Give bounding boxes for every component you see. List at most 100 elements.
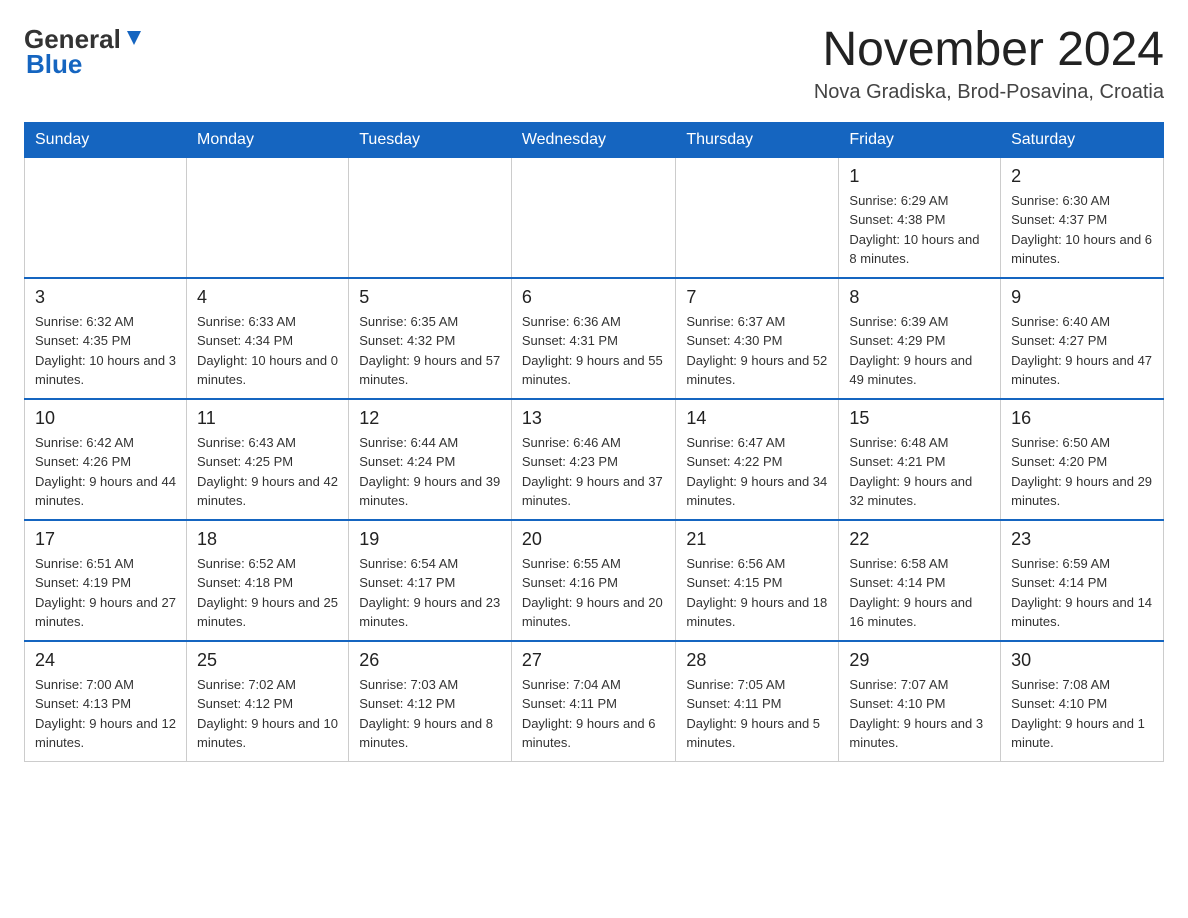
header-thursday: Thursday [676,122,839,157]
calendar-week-row: 1Sunrise: 6:29 AM Sunset: 4:38 PM Daylig… [25,157,1164,278]
day-number: 11 [197,408,338,429]
day-number: 6 [522,287,666,308]
table-row: 28 Sunrise: 7:05 AM Sunset: 4:11 PM Dayli… [676,641,839,762]
calendar-week-row: 17 Sunrise: 6:51 AM Sunset: 4:19 PM Dayli… [25,520,1164,641]
day-info: Sunrise: 6:37 AM Sunset: 4:30 PM Dayligh… [686,312,828,390]
day-info: Sunrise: 7:00 AM Sunset: 4:13 PM Dayligh… [35,675,176,753]
table-row: 24 Sunrise: 7:00 AM Sunset: 4:13 PM Dayli… [25,641,187,762]
day-number: 18 [197,529,338,550]
calendar-week-row: 24 Sunrise: 7:00 AM Sunset: 4:13 PM Dayli… [25,641,1164,762]
table-row: 23 Sunrise: 6:59 AM Sunset: 4:14 PM Dayli… [1001,520,1164,641]
day-number: 13 [522,408,666,429]
table-row [187,157,349,278]
day-info: Sunrise: 6:44 AM Sunset: 4:24 PM Dayligh… [359,433,501,511]
day-number: 20 [522,529,666,550]
day-info: Sunrise: 6:52 AM Sunset: 4:18 PM Dayligh… [197,554,338,632]
day-number: 19 [359,529,501,550]
day-info: Sunrise: 7:05 AM Sunset: 4:11 PM Dayligh… [686,675,828,753]
table-row: 30Sunrise: 7:08 AM Sunset: 4:10 PM Dayli… [1001,641,1164,762]
table-row: 11 Sunrise: 6:43 AM Sunset: 4:25 PM Dayli… [187,399,349,520]
day-info: Sunrise: 6:43 AM Sunset: 4:25 PM Dayligh… [197,433,338,511]
day-number: 14 [686,408,828,429]
day-info: Sunrise: 7:07 AM Sunset: 4:10 PM Dayligh… [849,675,990,753]
month-title: November 2024 [814,24,1164,77]
day-number: 2 [1011,166,1153,187]
header-tuesday: Tuesday [349,122,512,157]
day-number: 30 [1011,650,1153,671]
day-number: 9 [1011,287,1153,308]
table-row [511,157,676,278]
day-info: Sunrise: 6:50 AM Sunset: 4:20 PM Dayligh… [1011,433,1153,511]
day-info: Sunrise: 6:55 AM Sunset: 4:16 PM Dayligh… [522,554,666,632]
table-row: 19 Sunrise: 6:54 AM Sunset: 4:17 PM Dayli… [349,520,512,641]
day-number: 3 [35,287,176,308]
table-row [349,157,512,278]
table-row: 5Sunrise: 6:35 AM Sunset: 4:32 PM Daylig… [349,278,512,399]
day-info: Sunrise: 7:03 AM Sunset: 4:12 PM Dayligh… [359,675,501,753]
calendar-table: Sunday Monday Tuesday Wednesday Thursday… [24,122,1164,762]
table-row [25,157,187,278]
day-number: 7 [686,287,828,308]
day-info: Sunrise: 6:54 AM Sunset: 4:17 PM Dayligh… [359,554,501,632]
day-number: 22 [849,529,990,550]
table-row: 18 Sunrise: 6:52 AM Sunset: 4:18 PM Dayli… [187,520,349,641]
table-row: 10Sunrise: 6:42 AM Sunset: 4:26 PM Dayli… [25,399,187,520]
table-row: 16 Sunrise: 6:50 AM Sunset: 4:20 PM Dayli… [1001,399,1164,520]
day-info: Sunrise: 6:48 AM Sunset: 4:21 PM Dayligh… [849,433,990,511]
table-row: 20 Sunrise: 6:55 AM Sunset: 4:16 PM Dayli… [511,520,676,641]
table-row: 29 Sunrise: 7:07 AM Sunset: 4:10 PM Dayli… [839,641,1001,762]
day-info: Sunrise: 6:30 AM Sunset: 4:37 PM Dayligh… [1011,191,1153,269]
day-info: Sunrise: 6:58 AM Sunset: 4:14 PM Dayligh… [849,554,990,632]
location: Nova Gradiska, Brod-Posavina, Croatia [814,81,1164,104]
day-info: Sunrise: 7:04 AM Sunset: 4:11 PM Dayligh… [522,675,666,753]
table-row: 7 Sunrise: 6:37 AM Sunset: 4:30 PM Daylig… [676,278,839,399]
day-number: 4 [197,287,338,308]
day-info: Sunrise: 6:40 AM Sunset: 4:27 PM Dayligh… [1011,312,1153,390]
day-number: 15 [849,408,990,429]
day-info: Sunrise: 6:51 AM Sunset: 4:19 PM Dayligh… [35,554,176,632]
day-number: 12 [359,408,501,429]
table-row: 15 Sunrise: 6:48 AM Sunset: 4:21 PM Dayli… [839,399,1001,520]
day-number: 26 [359,650,501,671]
day-info: Sunrise: 6:47 AM Sunset: 4:22 PM Dayligh… [686,433,828,511]
header-wednesday: Wednesday [511,122,676,157]
day-info: Sunrise: 6:33 AM Sunset: 4:34 PM Dayligh… [197,312,338,390]
day-number: 28 [686,650,828,671]
header-sunday: Sunday [25,122,187,157]
logo-triangle-icon [123,27,145,49]
table-row: 2 Sunrise: 6:30 AM Sunset: 4:37 PM Daylig… [1001,157,1164,278]
table-row: 14 Sunrise: 6:47 AM Sunset: 4:22 PM Dayli… [676,399,839,520]
header-monday: Monday [187,122,349,157]
day-number: 29 [849,650,990,671]
table-row: 13 Sunrise: 6:46 AM Sunset: 4:23 PM Dayli… [511,399,676,520]
header-saturday: Saturday [1001,122,1164,157]
day-info: Sunrise: 6:39 AM Sunset: 4:29 PM Dayligh… [849,312,990,390]
day-number: 23 [1011,529,1153,550]
table-row: 25 Sunrise: 7:02 AM Sunset: 4:12 PM Dayli… [187,641,349,762]
table-row: 3Sunrise: 6:32 AM Sunset: 4:35 PM Daylig… [25,278,187,399]
table-row: 12 Sunrise: 6:44 AM Sunset: 4:24 PM Dayli… [349,399,512,520]
table-row: 17 Sunrise: 6:51 AM Sunset: 4:19 PM Dayli… [25,520,187,641]
table-row: 22 Sunrise: 6:58 AM Sunset: 4:14 PM Dayli… [839,520,1001,641]
day-number: 16 [1011,408,1153,429]
day-number: 27 [522,650,666,671]
day-info: Sunrise: 6:46 AM Sunset: 4:23 PM Dayligh… [522,433,666,511]
day-info: Sunrise: 7:02 AM Sunset: 4:12 PM Dayligh… [197,675,338,753]
table-row: 27 Sunrise: 7:04 AM Sunset: 4:11 PM Dayli… [511,641,676,762]
day-number: 5 [359,287,501,308]
day-number: 17 [35,529,176,550]
day-number: 24 [35,650,176,671]
table-row: 1Sunrise: 6:29 AM Sunset: 4:38 PM Daylig… [839,157,1001,278]
logo: General Blue [24,24,145,80]
table-row: 26 Sunrise: 7:03 AM Sunset: 4:12 PM Dayli… [349,641,512,762]
title-block: November 2024 Nova Gradiska, Brod-Posavi… [814,24,1164,104]
header-friday: Friday [839,122,1001,157]
day-info: Sunrise: 6:36 AM Sunset: 4:31 PM Dayligh… [522,312,666,390]
day-info: Sunrise: 6:59 AM Sunset: 4:14 PM Dayligh… [1011,554,1153,632]
table-row: 21Sunrise: 6:56 AM Sunset: 4:15 PM Dayli… [676,520,839,641]
table-row: 9 Sunrise: 6:40 AM Sunset: 4:27 PM Daylig… [1001,278,1164,399]
day-number: 25 [197,650,338,671]
table-row: 4 Sunrise: 6:33 AM Sunset: 4:34 PM Daylig… [187,278,349,399]
calendar-week-row: 10Sunrise: 6:42 AM Sunset: 4:26 PM Dayli… [25,399,1164,520]
day-number: 8 [849,287,990,308]
